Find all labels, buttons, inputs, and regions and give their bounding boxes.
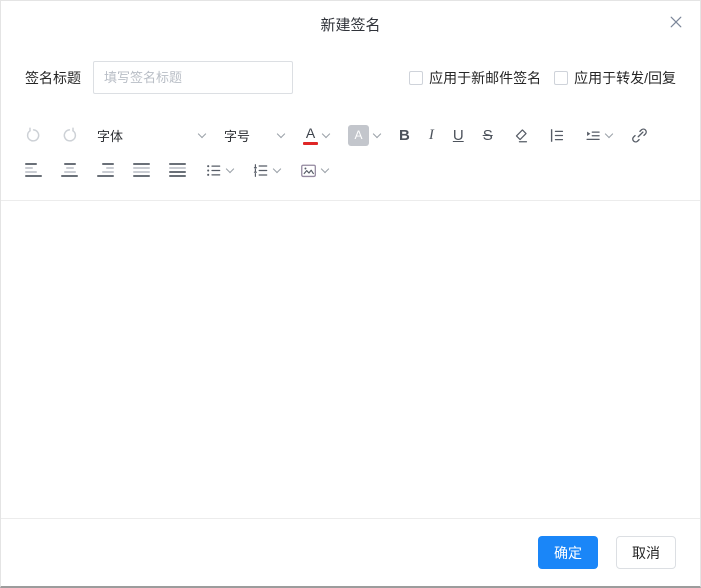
chevron-down-icon <box>225 164 235 173</box>
signature-title-input[interactable] <box>93 61 293 94</box>
align-right-button[interactable] <box>97 162 114 178</box>
redo-icon <box>61 127 78 144</box>
strikethrough-button[interactable]: S <box>483 128 493 143</box>
apply-options: 应用于新邮件签名 应用于转发/回复 <box>409 68 676 88</box>
apply-forward-reply-option[interactable]: 应用于转发/回复 <box>554 68 676 88</box>
apply-new-mail-label: 应用于新邮件签名 <box>429 69 542 86</box>
insert-image-dropdown[interactable] <box>299 162 330 179</box>
editor-toolbar: 字体 字号 A A B I U S <box>1 120 700 185</box>
line-spacing-button[interactable] <box>548 127 565 144</box>
underline-button[interactable]: U <box>453 128 464 143</box>
chevron-down-icon <box>272 164 282 173</box>
cancel-button[interactable]: 取消 <box>616 536 676 569</box>
confirm-button[interactable]: 确定 <box>538 536 598 569</box>
toolbar-row-2 <box>25 155 676 185</box>
font-family-dropdown[interactable]: 字体 <box>97 126 207 145</box>
align-left-button[interactable] <box>25 162 42 178</box>
chevron-down-icon <box>604 129 613 138</box>
apply-new-mail-option[interactable]: 应用于新邮件签名 <box>409 68 541 88</box>
chevron-down-icon <box>372 129 382 138</box>
insert-link-button[interactable] <box>631 127 648 144</box>
clear-format-icon <box>512 127 529 144</box>
dialog-header: 新建签名 <box>1 1 700 45</box>
insert-image-icon <box>299 162 317 179</box>
chevron-down-icon <box>320 164 330 173</box>
align-center-icon <box>61 162 78 178</box>
indent-dropdown[interactable] <box>584 127 613 144</box>
bullet-list-icon <box>205 162 222 179</box>
italic-button[interactable]: I <box>429 127 434 143</box>
redo-button[interactable] <box>61 127 78 144</box>
dialog-title: 新建签名 <box>320 17 381 34</box>
chevron-down-icon <box>321 129 331 138</box>
align-left-icon <box>25 162 42 178</box>
font-size-dropdown[interactable]: 字号 <box>224 126 286 145</box>
font-color-picker[interactable]: A <box>303 126 331 145</box>
clear-format-button[interactable] <box>512 127 529 144</box>
chevron-down-icon <box>276 129 286 138</box>
font-color-icon: A <box>303 126 318 145</box>
align-distribute-icon <box>169 162 186 178</box>
close-icon <box>668 14 684 30</box>
align-distribute-button[interactable] <box>169 162 186 178</box>
undo-button[interactable] <box>25 127 42 144</box>
font-color-swatch <box>303 141 318 145</box>
line-spacing-icon <box>548 127 565 144</box>
highlight-color-icon: A <box>348 124 369 146</box>
align-center-button[interactable] <box>61 162 78 178</box>
font-size-label: 字号 <box>224 128 251 144</box>
bullet-list-dropdown[interactable] <box>205 162 235 179</box>
insert-link-icon <box>631 127 648 144</box>
dialog-footer: 确定 取消 <box>1 519 700 586</box>
undo-icon <box>25 127 42 144</box>
signature-editor[interactable] <box>1 200 700 519</box>
highlight-color-picker[interactable]: A <box>348 124 382 146</box>
signature-title-label: 签名标题 <box>25 69 81 86</box>
align-justify-icon <box>133 162 150 178</box>
ordered-list-icon <box>252 162 269 179</box>
indent-icon <box>584 127 601 144</box>
new-signature-dialog: 新建签名 签名标题 应用于新邮件签名 应用于转发/回复 <box>0 0 701 588</box>
ordered-list-dropdown[interactable] <box>252 162 282 179</box>
chevron-down-icon <box>197 129 207 138</box>
apply-new-mail-checkbox[interactable] <box>409 70 424 85</box>
font-family-label: 字体 <box>97 128 124 144</box>
apply-forward-reply-checkbox[interactable] <box>554 70 569 85</box>
signature-title-row: 签名标题 应用于新邮件签名 应用于转发/回复 <box>1 61 700 94</box>
bold-button[interactable]: B <box>399 128 410 143</box>
close-button[interactable] <box>667 13 685 31</box>
align-right-icon <box>97 162 114 178</box>
toolbar-row-1: 字体 字号 A A B I U S <box>25 120 676 150</box>
align-justify-button[interactable] <box>133 162 150 178</box>
apply-forward-reply-label: 应用于转发/回复 <box>574 69 676 86</box>
